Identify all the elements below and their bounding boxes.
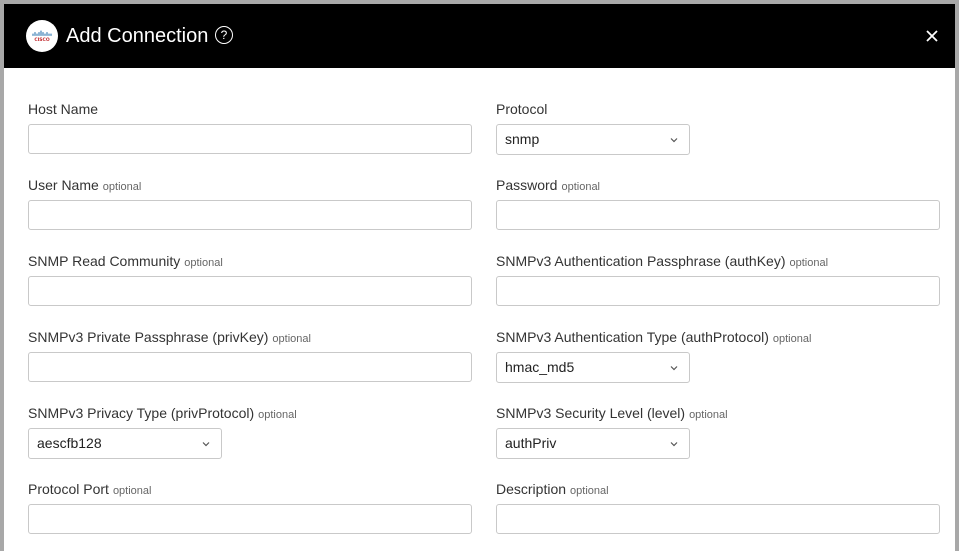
auth-key-label: SNMPv3 Authentication Passphrase (authKe… — [496, 253, 829, 269]
priv-key-input[interactable] — [28, 352, 472, 382]
chevron-down-icon — [670, 442, 678, 447]
cisco-logo-icon: CISCO — [26, 20, 58, 52]
priv-protocol-label: SNMPv3 Privacy Type (privProtocol) option… — [28, 405, 297, 421]
auth-protocol-select-value: hmac_md5 — [505, 359, 575, 375]
host-name-label: Host Name — [28, 101, 99, 117]
security-level-select-value: authPriv — [505, 435, 557, 451]
user-name-input[interactable] — [28, 200, 472, 230]
host-name-input[interactable] — [28, 124, 472, 154]
protocol-select-value: snmp — [505, 131, 540, 147]
chevron-down-icon — [670, 138, 678, 143]
description-input[interactable] — [496, 504, 940, 534]
user-name-label: User Name optional — [28, 177, 142, 193]
password-input[interactable] — [496, 200, 940, 230]
security-level-label: SNMPv3 Security Level (level) optional — [496, 405, 728, 421]
description-label: Description optional — [496, 481, 609, 497]
protocol-label: Protocol — [496, 101, 548, 117]
snmp-read-community-input[interactable] — [28, 276, 472, 306]
priv-protocol-select[interactable]: aescfb128 — [28, 428, 222, 459]
auth-key-input[interactable] — [496, 276, 940, 306]
snmp-read-community-label: SNMP Read Community optional — [28, 253, 223, 269]
help-circle-icon[interactable]: ? — [215, 26, 233, 44]
chevron-down-icon — [670, 366, 678, 371]
close-icon[interactable] — [922, 26, 942, 46]
protocol-port-label: Protocol Port optional — [28, 481, 152, 497]
svg-text:CISCO: CISCO — [34, 37, 50, 43]
auth-protocol-label: SNMPv3 Authentication Type (authProtocol… — [496, 329, 812, 345]
dialog-title: Add Connection — [66, 25, 209, 47]
priv-protocol-select-value: aescfb128 — [37, 435, 102, 451]
password-label: Password optional — [496, 177, 601, 193]
protocol-port-input[interactable] — [28, 504, 472, 534]
protocol-select[interactable]: snmp — [496, 124, 690, 155]
add-connection-dialog: CISCO Add Connection ? Host Name Protoco… — [4, 4, 955, 551]
priv-key-label: SNMPv3 Private Passphrase (privKey) optio… — [28, 329, 311, 345]
auth-protocol-select[interactable]: hmac_md5 — [496, 352, 690, 383]
security-level-select[interactable]: authPriv — [496, 428, 690, 459]
chevron-down-icon — [202, 442, 210, 447]
dialog-header: CISCO Add Connection ? — [4, 4, 955, 68]
